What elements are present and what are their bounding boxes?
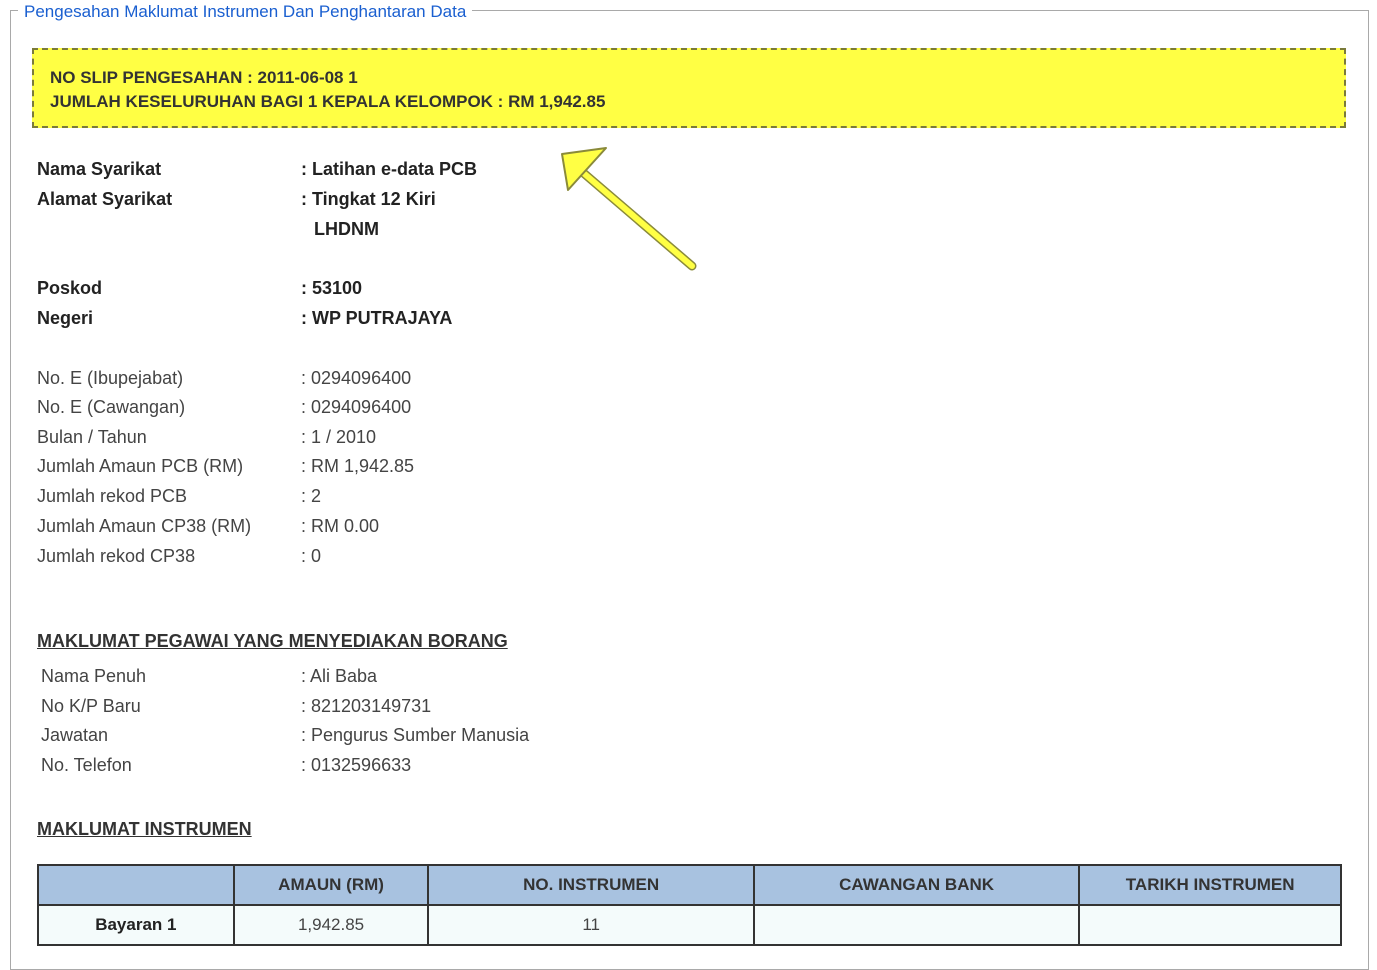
instrument-no-cell: 11 (427, 904, 755, 946)
officer-label: Nama Penuh (41, 666, 147, 686)
fieldset-legend: Pengesahan Maklumat Instrumen Dan Pengha… (18, 1, 473, 23)
total-amount: JUMLAH KESELURUHAN BAGI 1 KEPALA KELOMPO… (50, 92, 606, 111)
bank-branch-cell (752, 904, 1081, 946)
company-name-label: Nama Syarikat (37, 159, 162, 179)
company-address-label: Alamat Syarikat (37, 189, 173, 209)
confirmation-notice: NO SLIP PENGESAHAN : 2011-06-08 1 JUMLAH… (32, 48, 1346, 128)
table-row: Bayaran 1 1,942.85 11 (37, 904, 1342, 946)
detail-value: : 0294096400 (301, 368, 412, 388)
detail-value: : 0294096400 (301, 397, 412, 417)
officer-label: Jawatan (41, 725, 109, 745)
header-instrument-date: TARIKH INSTRUMEN (1078, 864, 1342, 906)
detail-label: Bulan / Tahun (37, 427, 147, 447)
state-label: Negeri (37, 308, 94, 328)
state-value: : WP PUTRAJAYA (301, 308, 453, 328)
officer-value: : 0132596633 (301, 755, 412, 775)
header-cell (37, 864, 235, 906)
officer-value: : Pengurus Sumber Manusia (301, 725, 530, 745)
officer-section-title: MAKLUMAT PEGAWAI YANG MENYEDIAKAN BORANG (37, 631, 508, 651)
detail-value: : 0 (301, 546, 322, 566)
company-address-line2: LHDNM (314, 219, 379, 239)
detail-label: No. E (Ibupejabat) (37, 368, 184, 388)
header-bank-branch: CAWANGAN BANK (752, 864, 1081, 906)
slip-number: NO SLIP PENGESAHAN : 2011-06-08 1 (50, 68, 358, 87)
postcode-label: Poskod (37, 278, 103, 298)
company-name-value: : Latihan e-data PCB (301, 159, 478, 179)
officer-label: No. Telefon (41, 755, 132, 775)
officer-value: : Ali Baba (301, 666, 378, 686)
header-amount: AMAUN (RM) (232, 864, 430, 906)
detail-label: No. E (Cawangan) (37, 397, 186, 417)
instrument-section-title: MAKLUMAT INSTRUMEN (37, 819, 252, 839)
amount-cell: 1,942.85 (232, 904, 430, 946)
instrument-date-cell (1078, 904, 1342, 946)
header-instrument-no: NO. INSTRUMEN (427, 864, 755, 906)
payment-label: Bayaran 1 (37, 904, 235, 946)
detail-value: : RM 0.00 (301, 516, 380, 536)
officer-label: No K/P Baru (41, 696, 141, 716)
detail-value: : 1 / 2010 (301, 427, 377, 447)
detail-value: : RM 1,942.85 (301, 456, 415, 476)
officer-value: : 821203149731 (301, 696, 432, 716)
detail-label: Jumlah Amaun CP38 (RM) (37, 516, 252, 536)
instrument-table: AMAUN (RM) NO. INSTRUMEN CAWANGAN BANK T… (37, 864, 1342, 946)
instrument-header-row: AMAUN (RM) NO. INSTRUMEN CAWANGAN BANK T… (37, 864, 1342, 906)
arrow-up-left-icon (561, 147, 697, 271)
detail-label: Jumlah Amaun PCB (RM) (37, 456, 244, 476)
detail-value: : 2 (301, 486, 322, 506)
postcode-value: : 53100 (301, 278, 363, 298)
company-address-line1: : Tingkat 12 Kiri (301, 189, 436, 209)
detail-label: Jumlah rekod PCB (37, 486, 188, 506)
detail-label: Jumlah rekod CP38 (37, 546, 196, 566)
